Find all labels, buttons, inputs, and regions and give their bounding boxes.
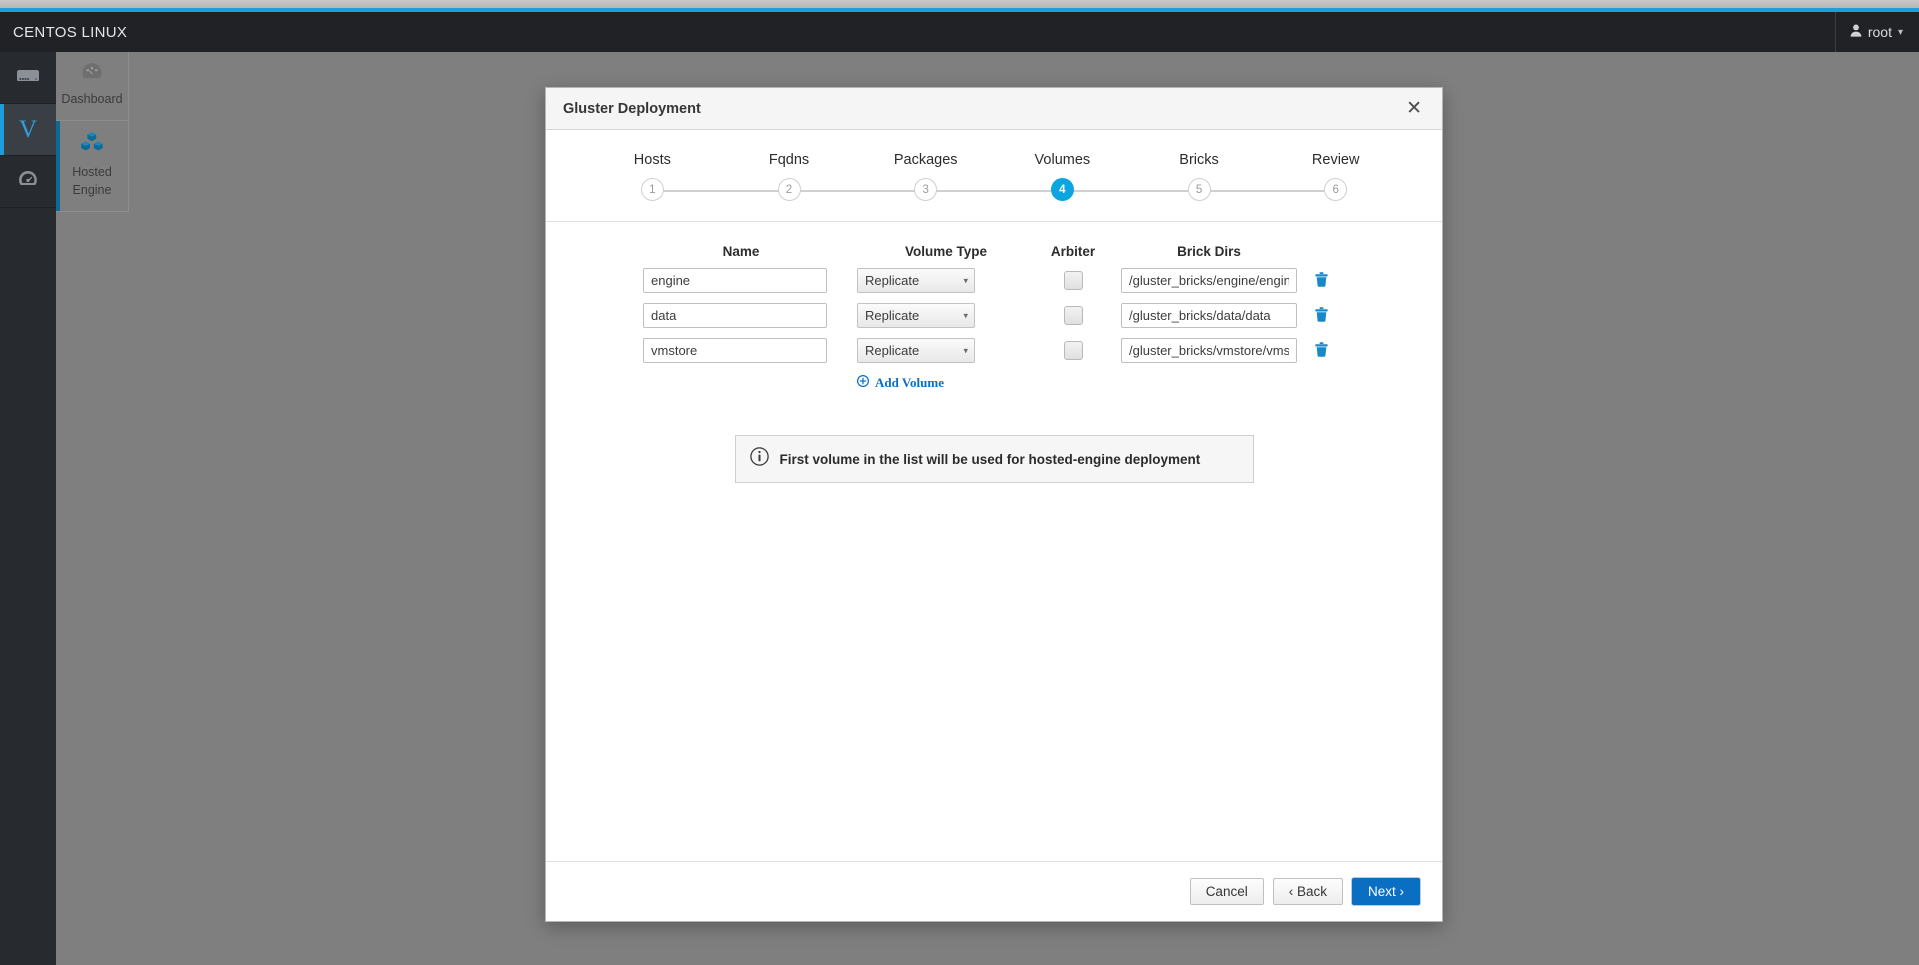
brick-dir-input-0[interactable] (1121, 268, 1297, 293)
wizard-label-review[interactable]: Review (1267, 152, 1404, 168)
virtualization-icon: V (19, 117, 37, 142)
volume-name-input-1[interactable] (643, 303, 827, 328)
volumes-table: Name Volume Type Arbiter Brick Dirs (643, 244, 1345, 403)
trash-icon (1315, 345, 1328, 360)
cancel-button[interactable]: Cancel (1190, 878, 1264, 905)
wizard-step-5[interactable]: 5 (1188, 178, 1211, 201)
volume-type-select-1[interactable]: Replicate (857, 303, 975, 328)
next-button[interactable]: Next › (1352, 878, 1420, 905)
header-brick-dirs: Brick Dirs (1111, 244, 1297, 268)
nav-item-dashboard[interactable]: Dashboard (56, 52, 129, 121)
gluster-deployment-dialog: Gluster Deployment ✕ Hosts Fqdns Package… (545, 87, 1443, 922)
dialog-title: Gluster Deployment (563, 101, 701, 117)
brand-title: CENTOS LINUX (0, 24, 127, 41)
arbiter-checkbox-2[interactable] (1064, 341, 1083, 360)
secondary-nav-panel: Dashboard Hosted Engine (56, 52, 129, 965)
wizard-step-6[interactable]: 6 (1324, 178, 1347, 201)
plus-circle-icon (857, 375, 869, 391)
brick-dir-input-1[interactable] (1121, 303, 1297, 328)
add-volume-row: Add Volume (643, 373, 1345, 403)
table-header-row: Name Volume Type Arbiter Brick Dirs (643, 244, 1345, 268)
rail-item-dashboard[interactable] (0, 156, 56, 208)
delete-volume-button-0[interactable] (1313, 270, 1330, 289)
brick-dir-input-2[interactable] (1121, 338, 1297, 363)
chevron-down-icon: ▾ (1898, 27, 1903, 38)
rail-item-virtualization[interactable]: V (0, 104, 56, 156)
wizard-stepper: Hosts Fqdns Packages Volumes Bricks Revi… (546, 130, 1442, 222)
person-icon (1850, 24, 1862, 40)
wizard-label-hosts[interactable]: Hosts (584, 152, 721, 168)
wizard-label-packages[interactable]: Packages (857, 152, 994, 168)
volume-type-value-0: Replicate (865, 273, 919, 288)
table-row: Replicate ▾ (643, 268, 1345, 303)
wizard-step-circles: 1 2 3 4 5 6 (546, 178, 1442, 201)
delete-volume-button-2[interactable] (1313, 340, 1330, 359)
wizard-label-fqdns[interactable]: Fqdns (721, 152, 858, 168)
icon-rail: V (0, 52, 56, 965)
add-volume-label: Add Volume (875, 375, 944, 391)
header-volume-type: Volume Type (839, 244, 1035, 268)
browser-chrome-strip (0, 0, 1919, 8)
close-icon[interactable]: ✕ (1400, 95, 1428, 122)
rail-item-system[interactable] (0, 52, 56, 104)
dialog-body: Name Volume Type Arbiter Brick Dirs (546, 222, 1442, 861)
wizard-step-1[interactable]: 1 (641, 178, 664, 201)
info-alert-text: First volume in the list will be used fo… (780, 452, 1201, 467)
add-volume-button[interactable]: Add Volume (857, 373, 944, 393)
wizard-step-4[interactable]: 4 (1051, 178, 1074, 201)
volume-type-select-2[interactable]: Replicate (857, 338, 975, 363)
nav-item-label: Dashboard (61, 90, 122, 108)
delete-volume-button-1[interactable] (1313, 305, 1330, 324)
dialog-footer: Cancel ‹ Back Next › (546, 861, 1442, 921)
header-actions (1297, 244, 1345, 268)
table-row: Replicate ▾ (643, 303, 1345, 338)
wizard-step-labels: Hosts Fqdns Packages Volumes Bricks Revi… (546, 152, 1442, 178)
server-icon (16, 68, 40, 87)
nav-item-hosted-engine[interactable]: Hosted Engine (56, 121, 129, 212)
user-menu-label: root (1868, 24, 1892, 40)
nav-item-label: Hosted Engine (60, 163, 124, 199)
volume-type-select-0[interactable]: Replicate (857, 268, 975, 293)
info-alert: First volume in the list will be used fo… (735, 435, 1254, 483)
volume-type-value-2: Replicate (865, 343, 919, 358)
top-navigation-bar: CENTOS LINUX root ▾ (0, 12, 1919, 52)
user-menu-root[interactable]: root ▾ (1835, 12, 1919, 52)
wizard-label-bricks[interactable]: Bricks (1131, 152, 1268, 168)
volume-name-input-0[interactable] (643, 268, 827, 293)
dashboard-gauge-icon (17, 169, 39, 194)
volume-name-input-2[interactable] (643, 338, 827, 363)
header-arbiter: Arbiter (1035, 244, 1111, 268)
table-row: Replicate ▾ (643, 338, 1345, 373)
arbiter-checkbox-0[interactable] (1064, 271, 1083, 290)
arbiter-checkbox-1[interactable] (1064, 306, 1083, 325)
wizard-label-volumes[interactable]: Volumes (994, 152, 1131, 168)
gauge-icon (81, 62, 103, 85)
cubes-icon (79, 131, 105, 158)
wizard-step-2[interactable]: 2 (778, 178, 801, 201)
info-circle-icon (750, 447, 769, 471)
trash-icon (1315, 310, 1328, 325)
dialog-header: Gluster Deployment ✕ (546, 88, 1442, 130)
back-button[interactable]: ‹ Back (1273, 878, 1343, 905)
volume-type-value-1: Replicate (865, 308, 919, 323)
trash-icon (1315, 275, 1328, 290)
header-name: Name (643, 244, 839, 268)
wizard-step-3[interactable]: 3 (914, 178, 937, 201)
